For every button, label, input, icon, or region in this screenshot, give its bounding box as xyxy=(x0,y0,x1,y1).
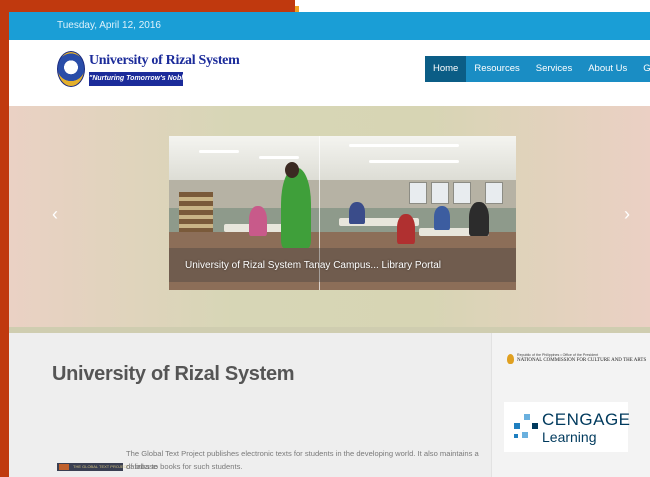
description: The Global Text Project publishes electr… xyxy=(126,447,486,473)
photo-light xyxy=(199,150,239,153)
logo-tagline: "Nurturing Tomorrow's Noblest" xyxy=(89,72,197,86)
logo-name: University of Rizal System xyxy=(89,53,240,68)
image-slider: ‹ › University of Rizal System Tanay Cam… xyxy=(9,106,650,333)
nav-item-services[interactable]: Services xyxy=(528,56,580,82)
slide-photo[interactable]: University of Rizal System Tanay Campus.… xyxy=(169,136,516,290)
ncca-subtitle: Republic of the Philippines • Office of … xyxy=(517,353,599,357)
nav-item-home[interactable]: Home xyxy=(425,56,467,82)
global-text-project-thumbnail[interactable]: THE GLOBAL TEXT PROJECT xyxy=(57,463,129,471)
site-logo[interactable]: University of Rizal System "Nurturing To… xyxy=(57,50,240,92)
nav-item-about-us[interactable]: About Us xyxy=(580,56,635,82)
cengage-learning-logo[interactable]: CENGAGE Learning xyxy=(504,402,631,452)
photo-person-head xyxy=(285,162,299,178)
top-white-band xyxy=(295,0,650,12)
photo-person xyxy=(434,206,450,230)
photo-light xyxy=(259,156,299,159)
chevron-left-icon[interactable]: ‹ xyxy=(52,204,58,225)
photo-window xyxy=(485,182,503,204)
photo-window xyxy=(409,182,427,204)
date-bar: Tuesday, April 12, 2016 xyxy=(9,12,650,40)
photo-person xyxy=(281,168,311,248)
ncca-sun-icon xyxy=(507,354,514,364)
learning-word: Learning xyxy=(542,429,597,445)
photo-person xyxy=(469,202,489,236)
page-title: University of Rizal System xyxy=(52,363,295,385)
ncca-logo[interactable]: Republic of the Philippines • Office of … xyxy=(507,353,646,367)
nav-item-resources[interactable]: Resources xyxy=(466,56,527,82)
top-red-band xyxy=(0,0,295,12)
current-date: Tuesday, April 12, 2016 xyxy=(57,20,161,31)
thumbnail-text: THE GLOBAL TEXT PROJECT xyxy=(73,464,129,469)
photo-light xyxy=(369,160,459,163)
main-content: University of Rizal System THE GLOBAL TE… xyxy=(9,333,650,477)
sidebar: Republic of the Philippines • Office of … xyxy=(491,333,650,477)
thumbnail-logo-icon xyxy=(59,464,69,470)
photo-window xyxy=(453,182,471,204)
ncca-name: NATIONAL COMMISSION FOR CULTURE AND THE … xyxy=(517,358,647,363)
photo-ceiling xyxy=(169,136,516,182)
photo-person xyxy=(397,214,415,244)
page: Tuesday, April 12, 2016 University of Ri… xyxy=(9,12,650,477)
cengage-word: CENGAGE xyxy=(542,410,631,429)
photo-person xyxy=(349,202,365,224)
main-nav: Home Resources Services About Us Gallery xyxy=(425,56,650,82)
photo-person xyxy=(249,206,267,236)
nav-item-gallery[interactable]: Gallery xyxy=(635,56,650,82)
cengage-mark-icon xyxy=(514,414,540,440)
university-seal-icon xyxy=(57,51,85,87)
photo-light xyxy=(349,144,459,147)
header: University of Rizal System "Nurturing To… xyxy=(9,40,650,106)
chevron-right-icon[interactable]: › xyxy=(624,204,630,225)
description-line-2: of links to books for such students. xyxy=(126,462,243,471)
slide-caption: University of Rizal System Tanay Campus.… xyxy=(185,260,442,271)
photo-window xyxy=(431,182,449,204)
